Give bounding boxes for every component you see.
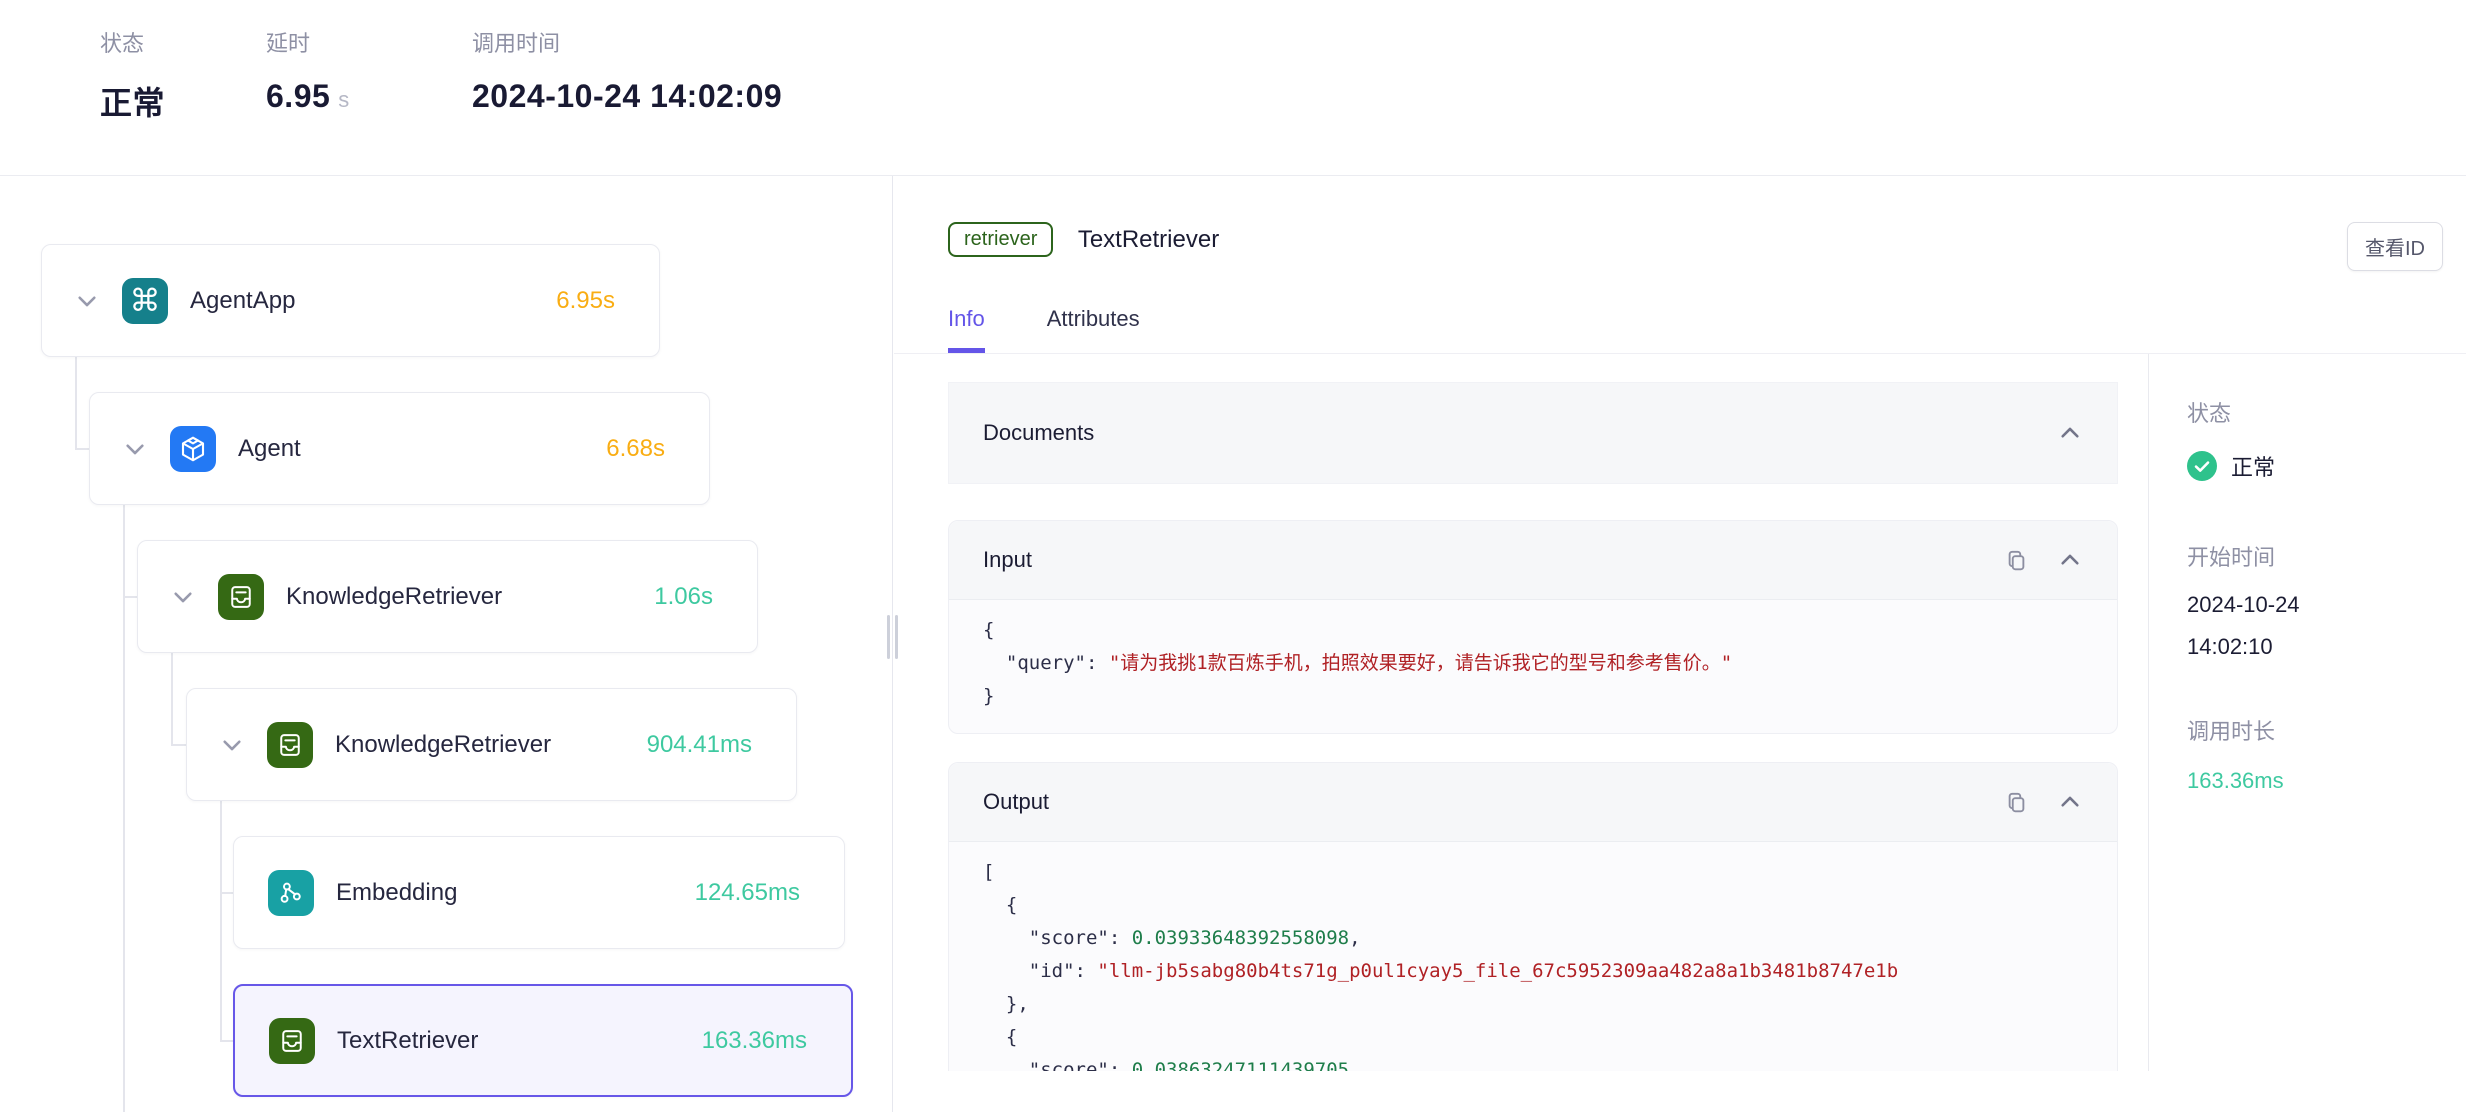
cube-icon — [170, 426, 216, 472]
retriever-icon — [218, 574, 264, 620]
output-section-title: Output — [983, 789, 1049, 815]
detail-content: Documents Input — [894, 354, 2466, 1071]
status-value: 正常 — [100, 78, 266, 124]
span-detail-panel: retriever TextRetriever 查看ID Info Attrib… — [894, 176, 2466, 1112]
span-tree-panel: ⌘ AgentApp 6.95s Agent 6.68s KnowledgeRe… — [0, 176, 893, 1112]
call-time-summary: 调用时间 2024-10-24 14:02:09 — [472, 26, 782, 115]
latency-label: 延时 — [266, 26, 472, 58]
tree-node-embedding[interactable]: Embedding 124.65ms — [233, 836, 845, 949]
sidebar-duration-label: 调用时长 — [2187, 714, 2446, 746]
documents-section-title: Documents — [983, 420, 1094, 446]
sidebar-start-date: 2024-10-24 — [2187, 592, 2446, 618]
view-id-button[interactable]: 查看ID — [2347, 222, 2443, 271]
node-duration: 6.95s — [556, 287, 615, 315]
panel-resize-handle[interactable] — [884, 615, 900, 659]
output-section-header[interactable]: Output — [949, 763, 2117, 842]
sidebar-status-row: 正常 — [2187, 450, 2446, 482]
retriever-icon — [269, 1018, 315, 1064]
retriever-icon — [267, 722, 313, 768]
call-time-label: 调用时间 — [472, 26, 782, 58]
node-duration: 124.65ms — [695, 879, 800, 907]
collapse-icon[interactable] — [2057, 547, 2083, 573]
command-icon: ⌘ — [122, 278, 168, 324]
node-name: KnowledgeRetriever — [335, 731, 551, 759]
node-duration: 904.41ms — [647, 731, 752, 759]
span-kind-badge: retriever — [948, 222, 1053, 257]
chevron-down-icon[interactable] — [219, 732, 245, 758]
node-name: AgentApp — [190, 287, 295, 315]
node-name: KnowledgeRetriever — [286, 583, 502, 611]
copy-icon[interactable] — [2004, 548, 2029, 573]
node-duration: 6.68s — [606, 435, 665, 463]
node-name: TextRetriever — [337, 1027, 478, 1055]
tab-attributes[interactable]: Attributes — [1047, 306, 1140, 353]
chevron-down-icon[interactable] — [170, 584, 196, 610]
status-label: 状态 — [100, 26, 266, 58]
tree-node-knowledgeretriever-2[interactable]: KnowledgeRetriever 904.41ms — [186, 688, 797, 801]
chevron-down-icon[interactable] — [122, 436, 148, 462]
embedding-icon — [268, 870, 314, 916]
collapse-icon[interactable] — [2057, 420, 2083, 446]
detail-header: retriever TextRetriever 查看ID — [894, 176, 2466, 278]
input-section-header[interactable]: Input — [949, 521, 2117, 600]
input-section: Input { "query": "请为我挑1款百炼手机，拍照效果要好，请告诉我… — [948, 520, 2118, 734]
tab-info[interactable]: Info — [948, 306, 985, 353]
input-code-block: { "query": "请为我挑1款百炼手机，拍照效果要好，请告诉我它的型号和参… — [949, 600, 2117, 733]
node-name: Agent — [238, 435, 301, 463]
sidebar-start-time-label: 开始时间 — [2187, 540, 2446, 572]
collapse-icon[interactable] — [2057, 789, 2083, 815]
tree-node-agentapp[interactable]: ⌘ AgentApp 6.95s — [41, 244, 660, 357]
chevron-down-icon[interactable] — [74, 288, 100, 314]
node-name: Embedding — [336, 879, 457, 907]
call-time-value: 2024-10-24 14:02:09 — [472, 78, 782, 115]
success-check-icon — [2187, 451, 2217, 481]
node-duration: 1.06s — [654, 583, 713, 611]
latency-number: 6.95 — [266, 78, 330, 114]
tree-node-knowledgeretriever-1[interactable]: KnowledgeRetriever 1.06s — [137, 540, 758, 653]
sidebar-status-label: 状态 — [2187, 396, 2446, 428]
latency-unit: s — [338, 87, 350, 112]
detail-tabs: Info Attributes — [894, 306, 2466, 354]
documents-section-header[interactable]: Documents — [948, 382, 2118, 484]
output-section: Output [ { "score": 0.03933648392558098,… — [948, 762, 2118, 1071]
status-summary: 状态 正常 — [100, 26, 266, 124]
latency-value: 6.95 s — [266, 78, 472, 115]
detail-sidebar: 状态 正常 开始时间 2024-10-24 14:02:10 调用时长 163.… — [2148, 354, 2466, 1071]
trace-summary-header: 状态 正常 延时 6.95 s 调用时间 2024-10-24 14:02:09 — [0, 0, 2466, 176]
node-duration: 163.36ms — [702, 1027, 807, 1055]
trace-viewer: 状态 正常 延时 6.95s 调用时间 2024-10-24 14:02:09 … — [0, 0, 2466, 1112]
sidebar-start-time: 14:02:10 — [2187, 634, 2446, 660]
span-title: TextRetriever — [1078, 226, 1219, 253]
sidebar-status-value: 正常 — [2231, 450, 2275, 482]
output-code-block: [ { "score": 0.03933648392558098, "id": … — [949, 842, 2117, 1071]
latency-summary: 延时 6.95 s — [266, 26, 472, 115]
tree-node-textretriever[interactable]: TextRetriever 163.36ms — [233, 984, 853, 1097]
sidebar-duration-value: 163.36ms — [2187, 768, 2446, 794]
copy-icon[interactable] — [2004, 790, 2029, 815]
detail-main-column: Documents Input — [894, 354, 2148, 1071]
input-section-title: Input — [983, 547, 1032, 573]
tree-node-agent[interactable]: Agent 6.68s — [89, 392, 710, 505]
